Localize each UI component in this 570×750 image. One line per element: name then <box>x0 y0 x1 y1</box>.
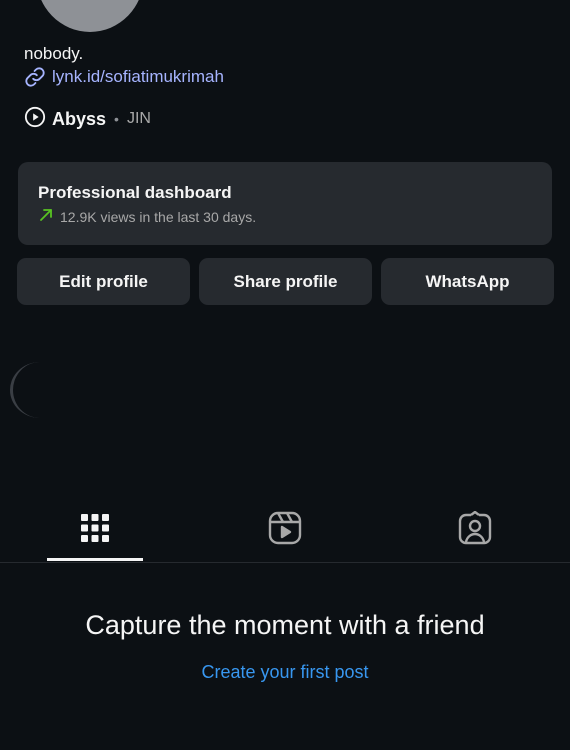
create-first-post-link[interactable]: Create your first post <box>0 662 570 683</box>
dashboard-stat-row: 12.9K views in the last 30 days. <box>38 207 552 226</box>
trend-up-arrow-icon <box>38 207 54 226</box>
music-title: Abyss <box>52 108 107 129</box>
story-highlight-placeholder[interactable] <box>10 362 70 418</box>
empty-state-title: Capture the moment with a friend <box>85 610 485 640</box>
professional-dashboard-card[interactable]: Professional dashboard 12.9K views in th… <box>18 162 552 245</box>
dashboard-title: Professional dashboard <box>38 183 232 202</box>
edit-profile-button[interactable]: Edit profile <box>17 258 190 305</box>
profile-page: nobody. lynk.id/sofiatimukrimah Abyss • … <box>0 0 570 750</box>
dashboard-stat: 12.9K views in the last 30 days. <box>60 208 257 225</box>
tab-reels[interactable] <box>237 500 333 560</box>
active-tab-indicator <box>47 558 143 561</box>
music-separator: • <box>114 111 119 127</box>
tagged-icon <box>458 510 492 550</box>
share-profile-button[interactable]: Share profile <box>199 258 372 305</box>
profile-tabs <box>0 500 570 563</box>
tab-tagged[interactable] <box>427 500 523 560</box>
profile-bio: nobody. <box>24 44 84 63</box>
grid-icon <box>80 513 110 548</box>
profile-link-text: lynk.id/sofiatimukrimah <box>52 67 224 86</box>
whatsapp-button[interactable]: WhatsApp <box>381 258 554 305</box>
link-icon <box>24 66 46 88</box>
profile-actions: Edit profile Share profile WhatsApp <box>17 258 554 305</box>
profile-music[interactable]: Abyss • JIN <box>24 106 151 133</box>
play-circle-icon <box>24 106 46 133</box>
music-artist: JIN <box>126 110 151 127</box>
tab-posts[interactable] <box>47 500 143 560</box>
reels-icon <box>268 511 302 550</box>
profile-link[interactable]: lynk.id/sofiatimukrimah <box>24 66 224 88</box>
avatar[interactable] <box>36 0 144 32</box>
